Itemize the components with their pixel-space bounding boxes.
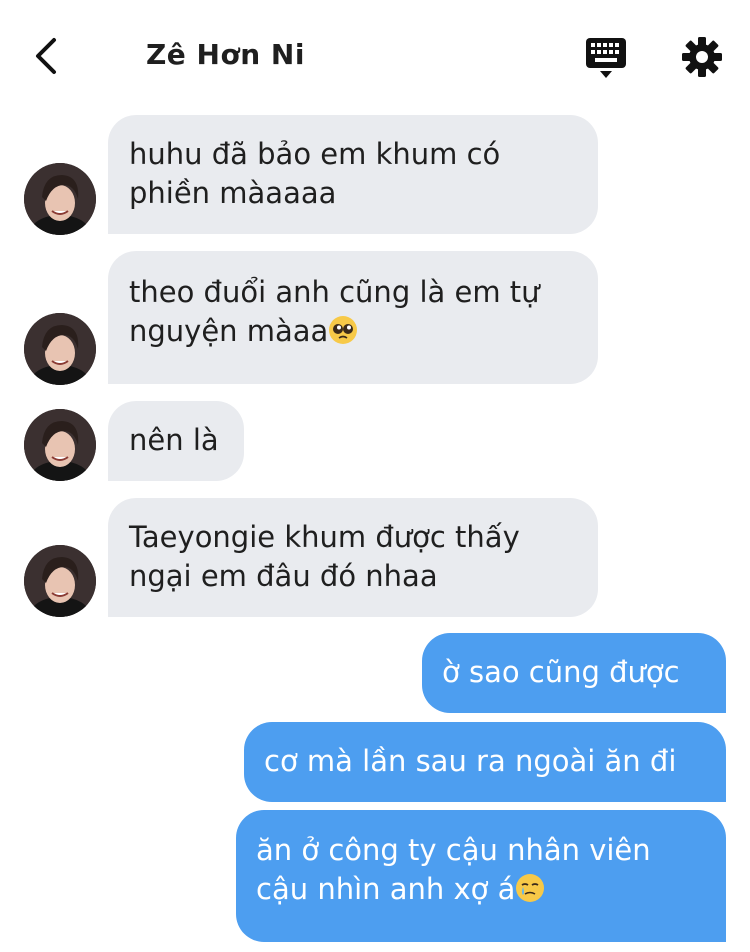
message-text-line: Taeyongie khum được thấy (129, 520, 520, 554)
message-bubble-incoming[interactable]: nên là (108, 401, 244, 481)
message-text-line: huhu đã bảo em khum có (129, 137, 501, 171)
contact-avatar[interactable] (24, 163, 96, 235)
message-text-line: theo đuổi anh cũng là em tự (129, 275, 540, 309)
message-text-line-with-emoji: nguyện màaa (129, 312, 578, 351)
message-bubble-incoming[interactable]: theo đuổi anh cũng là em tự nguyện màaa (108, 251, 598, 384)
message-text-line: ờ sao cũng được (442, 655, 680, 689)
contact-avatar[interactable] (24, 409, 96, 481)
message-bubble-incoming[interactable]: huhu đã bảo em khum có phiền màaaaa (108, 115, 598, 234)
message-text-line: nên là (129, 423, 219, 457)
keyboard-icon[interactable] (584, 36, 628, 80)
message-text-line: ăn ở công ty cậu nhân viên (256, 833, 651, 867)
face-holding-back-tears-emoji-icon (516, 874, 545, 902)
message-bubble-outgoing[interactable]: ờ sao cũng được (422, 633, 726, 713)
message-text: cậu nhìn anh xợ á (256, 872, 516, 906)
message-text: nguyện màaa (129, 314, 329, 348)
message-text-line: cơ mà lần sau ra ngoài ăn đi (264, 744, 677, 778)
gear-icon[interactable] (681, 36, 723, 78)
message-text-line: phiền màaaaa (129, 176, 337, 210)
message-bubble-outgoing[interactable]: ăn ở công ty cậu nhân viên cậu nhìn anh … (236, 810, 726, 942)
message-bubble-incoming[interactable]: Taeyongie khum được thấy ngại em đâu đó … (108, 498, 598, 617)
contact-avatar[interactable] (24, 545, 96, 617)
conversation-title[interactable]: Zê Hơn Ni (146, 38, 305, 71)
back-chevron-icon[interactable] (28, 34, 68, 78)
message-text-line-with-emoji: cậu nhìn anh xợ á (256, 870, 706, 909)
message-text-line: ngại em đâu đó nhaa (129, 559, 438, 593)
pleading-face-emoji-icon (329, 316, 358, 344)
message-bubble-outgoing[interactable]: cơ mà lần sau ra ngoài ăn đi (244, 722, 726, 802)
chat-header: Zê Hơn Ni (0, 0, 750, 112)
contact-avatar[interactable] (24, 313, 96, 385)
